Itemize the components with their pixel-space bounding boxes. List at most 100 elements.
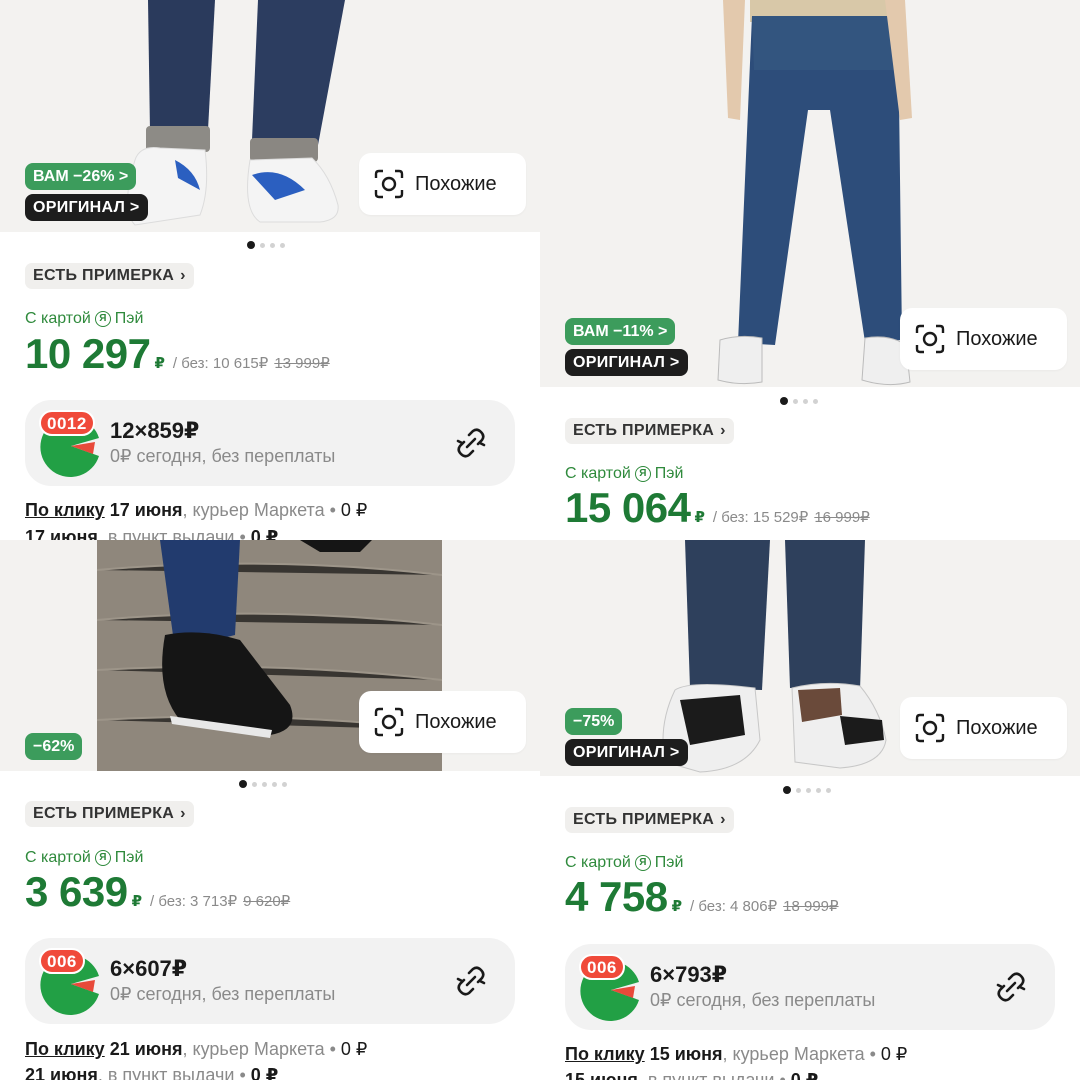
price-row: 3 639 ₽ / без: 3 713₽ 9 620₽ bbox=[25, 868, 290, 916]
camera-scan-icon bbox=[915, 713, 945, 743]
product-photo[interactable]: ВАМ −11% > ОРИГИНАЛ > Похожие bbox=[540, 0, 1080, 387]
delivery-courier[interactable]: По клику 21 июня, курьер Маркета • 0 ₽ bbox=[25, 1039, 367, 1060]
similar-label: Похожие bbox=[415, 172, 497, 195]
original-badge[interactable]: ОРИГИНАЛ > bbox=[565, 739, 688, 766]
delivery-pickup: 15 июня, в пункт выдачи • 0 ₽ bbox=[565, 1070, 819, 1080]
price-without-card: / без: 10 615₽ bbox=[172, 355, 269, 372]
yandex-pay-icon: Я bbox=[94, 311, 111, 327]
price-row: 4 758 ₽ / без: 4 806₽ 18 999₽ bbox=[565, 873, 839, 921]
camera-scan-icon bbox=[374, 707, 404, 737]
chevron-right-icon: › bbox=[720, 811, 726, 828]
similar-button[interactable]: Похожие bbox=[900, 697, 1067, 759]
product-photo[interactable]: −75% ОРИГИНАЛ > Похожие bbox=[540, 540, 1080, 776]
split-counter: 006 bbox=[39, 948, 85, 974]
split-amount: 6×607₽ bbox=[110, 956, 188, 981]
product-photo[interactable]: −62% Похожие bbox=[0, 540, 540, 771]
split-amount: 6×793₽ bbox=[650, 962, 728, 987]
yandex-pay-icon: Я bbox=[634, 855, 651, 871]
delivery-courier[interactable]: По клику 15 июня, курьер Маркета • 0 ₽ bbox=[565, 1044, 907, 1065]
delivery-pickup: 21 июня, в пункт выдачи • 0 ₽ bbox=[25, 1065, 279, 1080]
link-icon[interactable] bbox=[455, 427, 487, 459]
camera-scan-icon bbox=[374, 169, 404, 199]
tryon-label: ЕСТЬ ПРИМЕРКА bbox=[33, 267, 175, 284]
split-counter: 006 bbox=[579, 954, 625, 980]
yandex-pay-icon: Я bbox=[94, 850, 111, 866]
product-card-2[interactable]: ВАМ −11% > ОРИГИНАЛ > Похожие ЕСТЬ ПРИМЕ… bbox=[540, 0, 1080, 540]
click-delivery-link[interactable]: По клику bbox=[25, 1039, 105, 1059]
tryon-label: ЕСТЬ ПРИМЕРКА bbox=[33, 805, 175, 822]
currency: ₽ bbox=[154, 355, 165, 372]
old-price: 16 999₽ bbox=[814, 509, 870, 526]
product-card-4[interactable]: −75% ОРИГИНАЛ > Похожие ЕСТЬ ПРИМЕРКА › … bbox=[540, 540, 1080, 1080]
original-badge[interactable]: ОРИГИНАЛ > bbox=[565, 349, 688, 376]
tryon-label: ЕСТЬ ПРИМЕРКА bbox=[573, 811, 715, 828]
price: 3 639 bbox=[25, 868, 128, 915]
price: 4 758 bbox=[565, 873, 668, 920]
original-badge[interactable]: ОРИГИНАЛ > bbox=[25, 194, 148, 221]
discount-badge[interactable]: −62% bbox=[25, 733, 83, 760]
pay-card-label: С картой Я Пэй bbox=[565, 854, 684, 871]
split-note: 0₽ сегодня, без переплаты bbox=[110, 446, 336, 466]
split-payment-block[interactable]: 006 6×793₽ 0₽ сегодня, без переплаты bbox=[565, 944, 1055, 1030]
carousel-dots[interactable] bbox=[780, 397, 818, 405]
tryon-tag[interactable]: ЕСТЬ ПРИМЕРКА › bbox=[25, 801, 194, 827]
similar-button[interactable]: Похожие bbox=[359, 153, 526, 215]
price-without-card: / без: 15 529₽ bbox=[712, 509, 809, 526]
similar-label: Похожие bbox=[956, 327, 1038, 350]
click-delivery-link[interactable]: По клику bbox=[565, 1044, 645, 1064]
similar-label: Похожие bbox=[415, 710, 497, 733]
similar-button[interactable]: Похожие bbox=[359, 691, 526, 753]
currency: ₽ bbox=[131, 893, 143, 910]
old-price: 13 999₽ bbox=[274, 355, 330, 372]
click-delivery-link[interactable]: По клику bbox=[25, 500, 105, 520]
tryon-tag[interactable]: ЕСТЬ ПРИМЕРКА › bbox=[25, 263, 194, 289]
link-icon[interactable] bbox=[455, 965, 487, 997]
delivery-date: 17 июня bbox=[109, 500, 183, 520]
price-row: 10 297 ₽ / без: 10 615₽ 13 999₽ bbox=[25, 330, 330, 378]
pay-card-label: С картой Я Пэй bbox=[565, 465, 684, 482]
split-payment-block[interactable]: 006 6×607₽ 0₽ сегодня, без переплаты bbox=[25, 938, 515, 1024]
yandex-pay-icon: Я bbox=[634, 466, 651, 482]
discount-badge[interactable]: −75% bbox=[565, 708, 623, 735]
split-note: 0₽ сегодня, без переплаты bbox=[110, 984, 336, 1004]
tryon-tag[interactable]: ЕСТЬ ПРИМЕРКА › bbox=[565, 807, 734, 833]
chevron-right-icon: › bbox=[720, 422, 726, 439]
split-note: 0₽ сегодня, без переплаты bbox=[650, 990, 876, 1010]
pay-card-label: С картой Я Пэй bbox=[25, 310, 144, 327]
personal-discount-badge[interactable]: ВАМ −26% > bbox=[25, 163, 137, 190]
split-amount: 12×859₽ bbox=[110, 418, 200, 443]
pay-card-label: С картой Я Пэй bbox=[25, 849, 144, 866]
carousel-dots[interactable] bbox=[239, 780, 287, 788]
product-card-3[interactable]: −62% Похожие ЕСТЬ ПРИМЕРКА › С картой Я Пэ… bbox=[0, 540, 540, 1080]
old-price: 9 620₽ bbox=[243, 893, 291, 910]
split-counter: 0012 bbox=[39, 410, 95, 436]
carousel-dots[interactable] bbox=[783, 786, 831, 794]
price-row: 15 064 ₽ / без: 15 529₽ 16 999₽ bbox=[565, 484, 870, 532]
price: 10 297 bbox=[25, 330, 151, 377]
product-card-1[interactable]: ВАМ −26% > ОРИГИНАЛ > Похожие ЕСТЬ ПРИМЕ… bbox=[0, 0, 540, 540]
similar-label: Похожие bbox=[956, 716, 1038, 739]
link-icon[interactable] bbox=[995, 971, 1027, 1003]
camera-scan-icon bbox=[915, 324, 945, 354]
delivery-courier[interactable]: По клику 17 июня, курьер Маркета • 0 ₽ bbox=[25, 500, 367, 521]
currency: ₽ bbox=[694, 509, 705, 526]
chevron-right-icon: › bbox=[180, 267, 186, 284]
old-price: 18 999₽ bbox=[783, 898, 839, 915]
currency: ₽ bbox=[671, 898, 683, 915]
price-without-card: / без: 3 713₽ bbox=[150, 893, 238, 910]
price-without-card: / без: 4 806₽ bbox=[690, 898, 778, 915]
delivery-date: 21 июня bbox=[109, 1039, 183, 1059]
split-logo: 006 bbox=[573, 954, 643, 1022]
price: 15 064 bbox=[565, 484, 691, 531]
tryon-label: ЕСТЬ ПРИМЕРКА bbox=[573, 422, 715, 439]
delivery-date: 15 июня bbox=[649, 1044, 723, 1064]
split-logo: 0012 bbox=[33, 410, 103, 478]
carousel-dots[interactable] bbox=[247, 241, 285, 249]
delivery-pickup: 17 июня, в пункт выдачи • 0 ₽ bbox=[25, 527, 279, 540]
split-logo: 006 bbox=[33, 948, 103, 1016]
product-photo[interactable]: ВАМ −26% > ОРИГИНАЛ > Похожие bbox=[0, 0, 540, 232]
personal-discount-badge[interactable]: ВАМ −11% > bbox=[565, 318, 676, 345]
tryon-tag[interactable]: ЕСТЬ ПРИМЕРКА › bbox=[565, 418, 734, 444]
split-payment-block[interactable]: 0012 12×859₽ 0₽ сегодня, без переплаты bbox=[25, 400, 515, 486]
similar-button[interactable]: Похожие bbox=[900, 308, 1067, 370]
